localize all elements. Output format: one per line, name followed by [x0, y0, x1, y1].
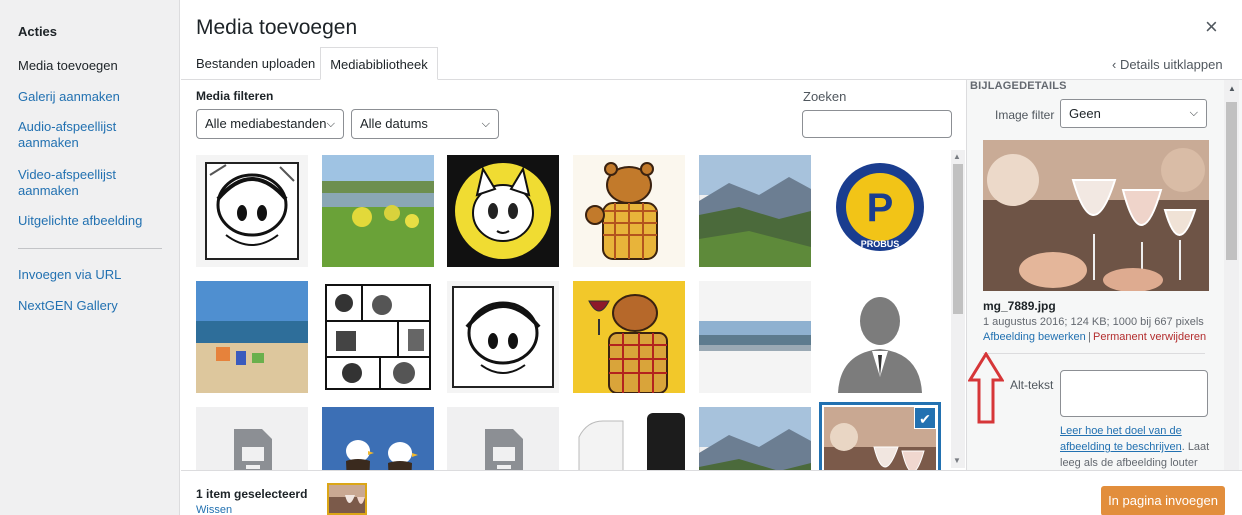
attachment-thumb-comic-panel[interactable] — [322, 281, 434, 393]
svg-text:P: P — [867, 186, 894, 230]
attachment-thumb-person-placeholder[interactable] — [824, 281, 936, 393]
close-icon[interactable]: × — [1205, 14, 1218, 40]
attachment-meta: 1 augustus 2016; 124 KB; 1000 bij 667 pi… — [983, 316, 1204, 328]
menu-item-nextgen-gallery[interactable]: NextGEN Gallery — [18, 298, 118, 314]
clear-selection-link[interactable]: Wissen — [196, 504, 232, 515]
image-filter-value: Geen — [1069, 106, 1101, 121]
sidebar-scrollbar[interactable]: ▲ — [1224, 80, 1239, 470]
menu-item-add-media[interactable]: Media toevoegen — [18, 58, 118, 74]
svg-text:PROBUS: PROBUS — [861, 239, 900, 249]
attachment-thumb-probus-logo[interactable]: P PROBUS — [824, 155, 936, 267]
attachment-thumb-device[interactable] — [573, 407, 685, 470]
delete-permanently-link[interactable]: Permanent verwijderen — [1093, 331, 1206, 343]
date-select[interactable]: Alle datums ⌵ — [351, 109, 499, 139]
menu-separator — [18, 248, 162, 249]
attachment-thumb-wine-glasses[interactable]: ✔ — [824, 407, 936, 470]
chevron-down-icon: ⌵ — [326, 118, 335, 130]
menu-heading: Acties — [18, 24, 58, 39]
tab-upload-files[interactable]: Bestanden uploaden — [188, 47, 323, 80]
media-filter-label: Media filteren — [196, 89, 274, 103]
attachment-thumb-cartoon-cat[interactable] — [447, 155, 559, 267]
frame-title: Media toevoegen — [196, 16, 358, 39]
alt-help-text: . Laat — [1181, 441, 1210, 453]
attachment-thumb-mountain-valley[interactable] — [699, 155, 811, 267]
alt-text-field[interactable] — [1060, 370, 1208, 417]
selection-check-button[interactable]: ✔ — [914, 407, 936, 429]
grid-scrollbar-thumb[interactable] — [953, 164, 963, 314]
sidebar-divider — [983, 353, 1205, 354]
alt-text-label: Alt-tekst — [1010, 378, 1054, 392]
details-toggle-link[interactable]: ‹ Details uitklappen — [1112, 57, 1223, 72]
alt-help-link[interactable]: Leer hoe het doel van de — [1060, 425, 1182, 437]
attachment-preview-image — [983, 140, 1209, 291]
link-separator: | — [1088, 331, 1091, 343]
alt-help-text-2: leeg als de afbeelding louter — [1060, 457, 1198, 469]
edit-image-link[interactable]: Afbeelding bewerken — [983, 331, 1086, 343]
menu-item-create-gallery[interactable]: Galerij aanmaken — [18, 89, 120, 105]
grid-scrollbar[interactable]: ▲ ▼ — [951, 150, 965, 468]
attachment-thumb-eagles[interactable] — [322, 407, 434, 470]
attachment-thumb-bear-waving[interactable] — [573, 155, 685, 267]
date-select-value: Alle datums — [360, 116, 428, 131]
insert-into-page-button[interactable]: In pagina invoegen — [1101, 486, 1225, 515]
menu-item-video-playlist[interactable]: Video-afspeellijst aanmaken — [18, 167, 128, 199]
scroll-up-icon[interactable]: ▲ — [953, 152, 961, 161]
attachment-thumb-beach[interactable] — [196, 281, 308, 393]
search-label: Zoeken — [803, 89, 847, 104]
attachment-thumb-bear-wine[interactable] — [573, 281, 685, 393]
media-frame-menu: Acties Media toevoegen Galerij aanmaken … — [0, 0, 180, 515]
alt-help-link-2[interactable]: afbeelding te beschrijven — [1060, 441, 1182, 453]
attachment-details-sidebar: BIJLAGEDETAILS Image filter Geen ⌵ mg_78… — [966, 80, 1242, 470]
menu-item-insert-url[interactable]: Invoegen via URL — [18, 267, 121, 283]
attachments-grid: P PROBUS ✔ — [181, 145, 966, 470]
selected-attachment-mini-thumb[interactable] — [327, 483, 367, 515]
attachment-filename: mg_7889.jpg — [983, 299, 1056, 313]
search-input[interactable] — [802, 110, 952, 138]
scroll-up-icon[interactable]: ▲ — [1228, 84, 1236, 93]
attachment-thumb-comic-girl[interactable] — [196, 155, 308, 267]
selection-count: 1 item geselecteerd — [196, 487, 308, 501]
alt-text-help: Leer hoe het doel van de afbeelding te b… — [1060, 423, 1210, 470]
sidebar-scrollbar-thumb[interactable] — [1226, 102, 1237, 260]
attachment-thumb-document[interactable] — [196, 407, 308, 470]
attachment-thumb-document-2[interactable] — [447, 407, 559, 470]
attachment-thumb-comic-girl-2[interactable] — [447, 281, 559, 393]
tab-media-library[interactable]: Mediabibliotheek — [320, 47, 438, 80]
attachment-thumb-panorama[interactable] — [699, 281, 811, 393]
menu-item-audio-playlist[interactable]: Audio-afspeellijst aanmaken — [18, 119, 128, 151]
image-filter-select[interactable]: Geen ⌵ — [1060, 99, 1207, 128]
chevron-down-icon: ⌵ — [481, 118, 490, 130]
attachment-details-heading: BIJLAGEDETAILS — [970, 80, 1067, 92]
attachment-thumb-lake-meadow[interactable] — [322, 155, 434, 267]
chevron-down-icon: ⌵ — [1189, 107, 1198, 119]
media-type-select[interactable]: Alle mediabestanden ⌵ — [196, 109, 344, 139]
scroll-down-icon[interactable]: ▼ — [953, 456, 961, 465]
media-type-select-value: Alle mediabestanden — [205, 116, 327, 131]
attachment-thumb-mountain-valley-2[interactable] — [699, 407, 811, 470]
menu-item-featured-image[interactable]: Uitgelichte afbeelding — [18, 213, 142, 229]
image-filter-label: Image filter — [995, 108, 1055, 122]
annotation-arrow-up-icon — [968, 352, 1004, 424]
